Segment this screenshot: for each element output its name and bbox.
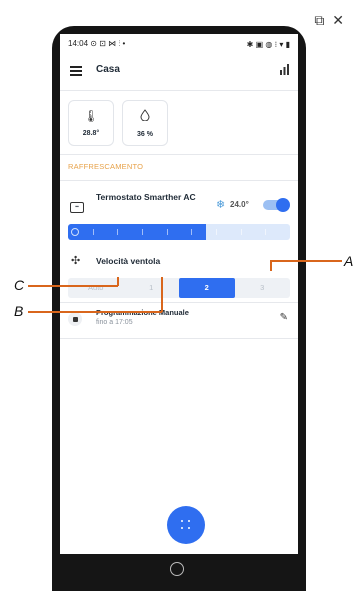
slider-start-marker: [71, 228, 79, 236]
setpoint-slider-fill: [68, 224, 206, 240]
callout-b-line: [161, 277, 163, 312]
stop-icon[interactable]: [68, 312, 82, 326]
divider: [60, 302, 298, 303]
fan-speed-option-auto[interactable]: Auto: [68, 278, 124, 298]
schedule-until: fino a 17:05: [96, 319, 133, 326]
divider: [60, 180, 298, 181]
humidity-drop-icon: [123, 109, 167, 124]
divider: [60, 154, 298, 155]
fan-speed-selector: Auto 1 2 3: [68, 278, 290, 298]
snowflake-icon: ❄: [216, 199, 226, 211]
hamburger-menu-icon[interactable]: [70, 66, 82, 76]
status-left-icons: ⊙ ⊡ ⋈ ⫶ •: [90, 39, 126, 48]
humidity-value: 36 %: [137, 131, 153, 138]
fan-speed-option-2[interactable]: 2: [179, 278, 235, 298]
slider-tick: [92, 229, 94, 235]
thermostat-device-icon: ▪▪: [70, 202, 84, 213]
callout-c-line: [117, 277, 119, 286]
sensor-card-humidity: 36 %: [122, 100, 168, 146]
android-navigation-bar: [52, 554, 306, 591]
slider-tick: [117, 229, 119, 235]
phone-frame: 14:04 ⊙ ⊡ ⋈ ⫶ • ✱ ▣ ◍ ⁝ ▾ ▮ Casa 🌡︎ 28.8…: [52, 26, 306, 591]
thermostat-name[interactable]: Termostato Smarther AC: [96, 192, 198, 202]
home-button-icon[interactable]: [170, 562, 184, 576]
sensor-card-temperature: 🌡︎ 28.8°: [68, 100, 114, 146]
callout-c-line: [28, 285, 118, 287]
divider: [60, 90, 298, 91]
app-bar: Casa: [60, 58, 298, 84]
callout-a-line: [270, 260, 342, 262]
window-controls: ⧉ ✕: [310, 12, 344, 29]
slider-tick: [142, 229, 143, 235]
thermometer-icon: 🌡︎: [83, 109, 99, 123]
status-bar: 14:04 ⊙ ⊡ ⋈ ⫶ • ✱ ▣ ◍ ⁝ ▾ ▮: [60, 34, 298, 54]
scenarios-fab-button[interactable]: [167, 506, 205, 544]
status-time: 14:04: [68, 39, 89, 48]
slider-tick: [240, 229, 242, 235]
callout-b-line: [28, 311, 162, 313]
fan-icon: ✣: [71, 255, 81, 267]
slider-tick: [166, 229, 168, 235]
schedule-title: Programmazione Manuale: [96, 308, 189, 317]
fan-speed-option-3[interactable]: 3: [235, 278, 291, 298]
section-title: RAFFRESCAMENTO: [68, 162, 144, 171]
slider-tick: [216, 229, 217, 235]
temperature-value: 28.8°: [82, 130, 100, 137]
setpoint-slider[interactable]: [68, 224, 290, 240]
grid-dots-icon: [181, 520, 191, 530]
callout-a-line: [270, 260, 272, 271]
page-title: Casa: [96, 64, 120, 75]
divider: [60, 338, 298, 339]
slider-tick: [191, 229, 193, 235]
app-screen: 14:04 ⊙ ⊡ ⋈ ⫶ • ✱ ▣ ◍ ⁝ ▾ ▮ Casa 🌡︎ 28.8…: [60, 34, 298, 556]
callout-a: A: [344, 253, 354, 269]
status-right-icons: ✱ ▣ ◍ ⁝ ▾ ▮: [246, 39, 290, 49]
slider-tick: [265, 229, 267, 235]
pencil-edit-icon[interactable]: ✎: [280, 312, 288, 323]
fan-speed-label: Velocità ventola: [96, 256, 161, 266]
thermostat-power-toggle[interactable]: [263, 198, 290, 212]
external-window-icon[interactable]: ⧉: [314, 12, 324, 28]
status-time-and-icons: 14:04 ⊙ ⊡ ⋈ ⫶ •: [68, 39, 125, 49]
callout-b: B: [14, 303, 24, 319]
bar-chart-icon[interactable]: [279, 64, 290, 78]
callout-c: C: [14, 277, 25, 293]
setpoint-value: 24.0°: [230, 200, 249, 209]
fan-speed-option-1[interactable]: 1: [124, 278, 180, 298]
close-icon[interactable]: ✕: [332, 12, 344, 28]
